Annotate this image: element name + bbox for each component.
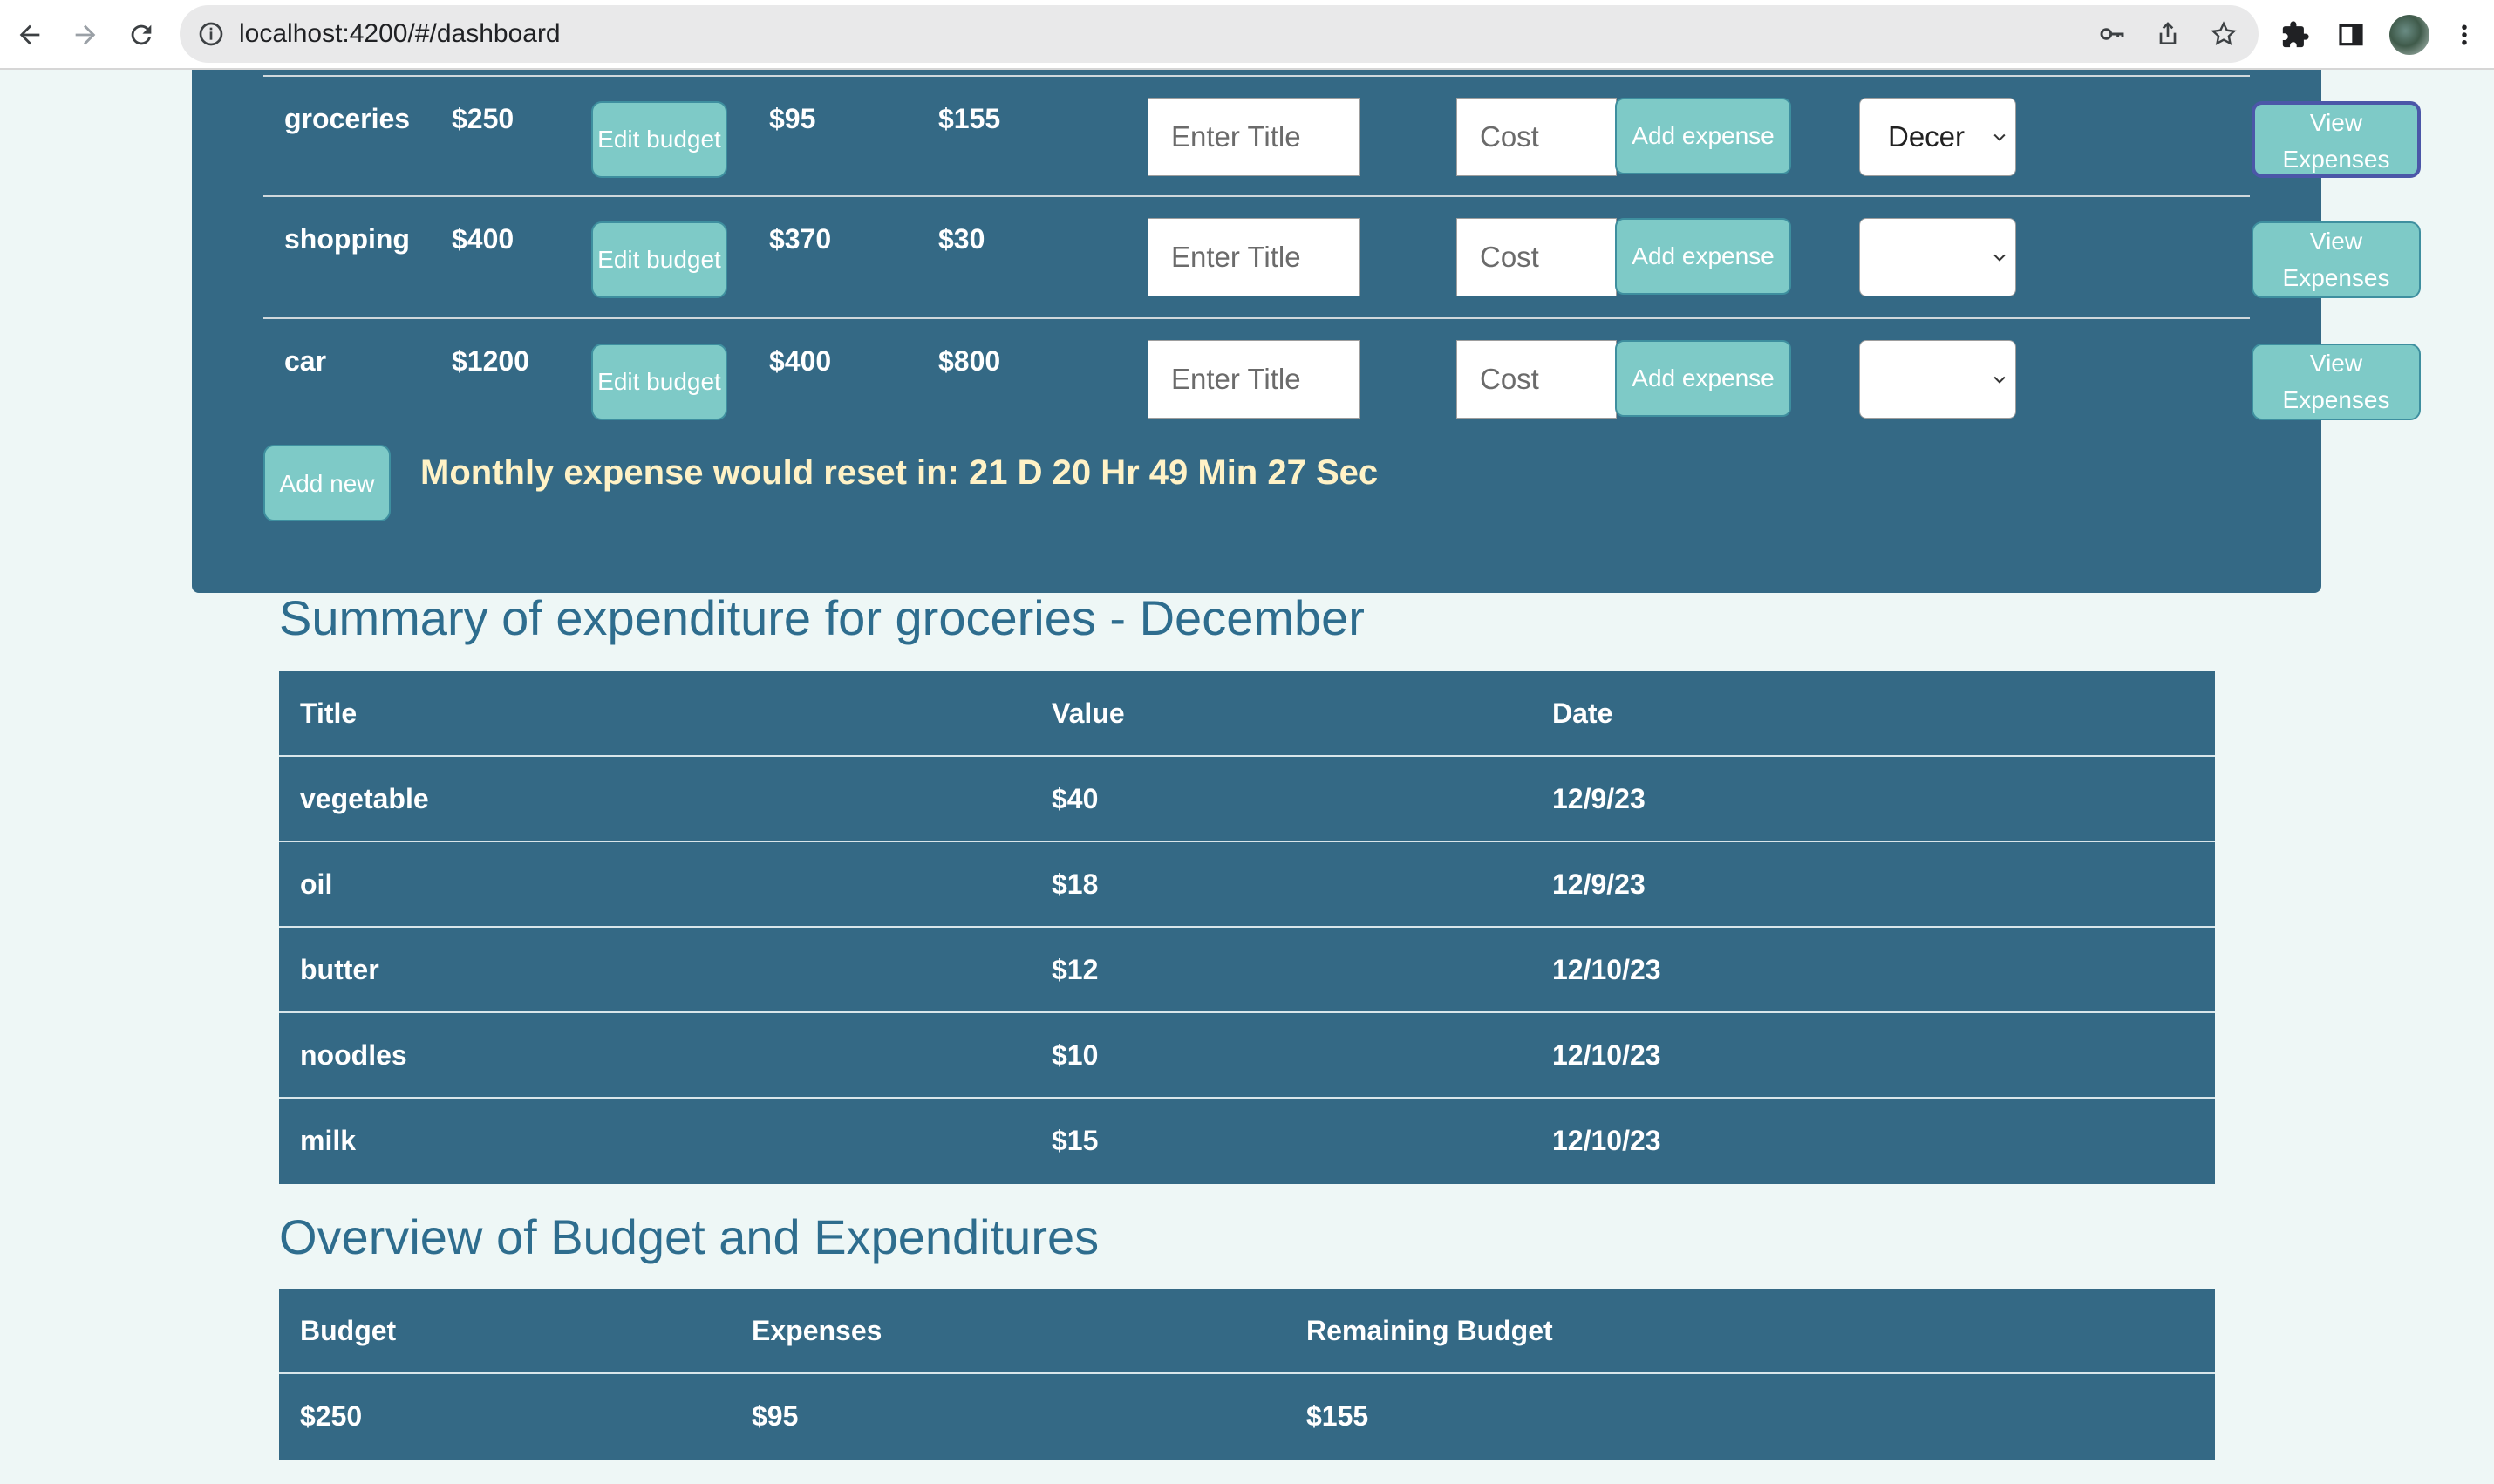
table-row: vegetable $40 12/9/23: [279, 757, 2215, 842]
budget-panel: groceries $250 Edit budget $95 $155 Ente…: [192, 70, 2421, 593]
category-name: groceries: [284, 103, 411, 134]
edit-budget-button[interactable]: Edit budget: [591, 101, 727, 178]
menu-dots-icon[interactable]: [2445, 16, 2484, 54]
expense-cost-input[interactable]: Cost: [1456, 218, 1617, 296]
chevron-down-icon: [1993, 133, 2006, 141]
expense-value-cell: $12: [1052, 954, 1099, 985]
browser-toolbar: localhost:4200/#/dashboard: [0, 0, 2494, 70]
expense-title-input[interactable]: Enter Title: [1148, 218, 1360, 296]
edit-budget-button[interactable]: Edit budget: [591, 221, 727, 298]
category-name: car: [284, 345, 327, 377]
edit-budget-button[interactable]: Edit budget: [591, 344, 727, 420]
column-header: Title: [300, 698, 358, 729]
table-row: $250 $95 $155: [279, 1374, 2215, 1460]
expense-value-cell: $18: [1052, 868, 1099, 900]
month-select[interactable]: [1859, 340, 2016, 419]
budget-row-car: car $1200 Edit budget $400 $800 Enter Ti…: [263, 319, 2421, 441]
expense-cost-input[interactable]: Cost: [1456, 98, 1617, 176]
remaining-amount: $30: [938, 223, 985, 255]
expense-date-cell: 12/10/23: [1552, 954, 1661, 985]
expense-date-cell: 12/9/23: [1552, 783, 1646, 814]
share-icon[interactable]: [2152, 18, 2184, 50]
table-row: noodles $10 12/10/23: [279, 1013, 2215, 1099]
url-text[interactable]: localhost:4200/#/dashboard: [239, 5, 561, 63]
back-arrow-icon[interactable]: [10, 16, 49, 54]
forward-arrow-icon[interactable]: [66, 16, 105, 54]
summary-title: Summary of expenditure for groceries - D…: [279, 590, 1365, 645]
budget-amount: $250: [452, 103, 514, 134]
table-row: milk $15 12/10/23: [279, 1099, 2215, 1184]
column-header: Budget: [300, 1315, 397, 1346]
budget-amount: $1200: [452, 345, 529, 377]
overview-expenses-cell: $95: [752, 1400, 799, 1432]
star-icon[interactable]: [2208, 18, 2239, 50]
column-header: Date: [1552, 698, 1613, 729]
expense-value-cell: $10: [1052, 1039, 1099, 1071]
column-header: Remaining Budget: [1306, 1315, 1553, 1346]
view-expenses-button[interactable]: View Expenses: [2252, 221, 2421, 298]
table-header-row: Title Value Date: [279, 671, 2215, 757]
add-expense-button[interactable]: Add expense: [1615, 218, 1791, 295]
column-header: Value: [1052, 698, 1125, 729]
expense-title-cell: milk: [300, 1125, 357, 1156]
summary-table: Title Value Date vegetable $40 12/9/23 o…: [279, 671, 2215, 1184]
remaining-amount: $155: [938, 103, 1001, 134]
expense-title-cell: noodles: [300, 1039, 407, 1071]
overview-table: Budget Expenses Remaining Budget $250 $9…: [279, 1289, 2215, 1460]
category-name: shopping: [284, 223, 410, 255]
column-header: Expenses: [752, 1315, 882, 1346]
expense-title-input[interactable]: Enter Title: [1148, 340, 1360, 419]
budget-row-groceries: groceries $250 Edit budget $95 $155 Ente…: [263, 75, 2421, 197]
expense-title-cell: vegetable: [300, 783, 429, 814]
add-expense-button[interactable]: Add expense: [1615, 98, 1791, 174]
add-expense-button[interactable]: Add expense: [1615, 340, 1791, 417]
overview-title: Overview of Budget and Expenditures: [279, 1209, 1100, 1264]
month-select[interactable]: [1859, 218, 2016, 296]
expense-date-cell: 12/10/23: [1552, 1125, 1661, 1156]
table-row: oil $18 12/9/23: [279, 842, 2215, 928]
profile-avatar[interactable]: [2389, 15, 2429, 55]
expense-title-cell: oil: [300, 868, 333, 900]
expense-cost-input[interactable]: Cost: [1456, 340, 1617, 419]
table-header-row: Budget Expenses Remaining Budget: [279, 1289, 2215, 1374]
reset-countdown: Monthly expense would reset in: 21 D 20 …: [420, 453, 1379, 492]
chevron-down-icon: [1993, 376, 2006, 384]
expense-title-cell: butter: [300, 954, 379, 985]
chevron-down-icon: [1993, 254, 2006, 262]
puzzle-icon[interactable]: [2276, 16, 2314, 54]
budget-row-shopping: shopping $400 Edit budget $370 $30 Enter…: [263, 197, 2421, 319]
overview-budget-cell: $250: [300, 1400, 363, 1432]
expense-date-cell: 12/9/23: [1552, 868, 1646, 900]
remaining-amount: $800: [938, 345, 1001, 377]
expense-value-cell: $15: [1052, 1125, 1099, 1156]
expense-date-cell: 12/10/23: [1552, 1039, 1661, 1071]
expense-title-input[interactable]: Enter Title: [1148, 98, 1360, 176]
view-expenses-button[interactable]: View Expenses: [2252, 101, 2421, 178]
view-expenses-button[interactable]: View Expenses: [2252, 344, 2421, 420]
month-select[interactable]: Decer: [1859, 98, 2016, 176]
expense-value-cell: $40: [1052, 783, 1099, 814]
side-panel-icon[interactable]: [2332, 16, 2370, 54]
overview-remaining-cell: $155: [1306, 1400, 1369, 1432]
key-icon[interactable]: [2096, 18, 2128, 50]
month-select-value: Decer: [1888, 120, 1966, 153]
expenses-amount: $400: [769, 345, 832, 377]
reload-icon[interactable]: [122, 16, 160, 54]
budget-amount: $400: [452, 223, 514, 255]
add-new-budget-button[interactable]: Add new: [263, 445, 391, 521]
expenses-amount: $95: [769, 103, 816, 134]
address-bar[interactable]: localhost:4200/#/dashboard: [180, 5, 2259, 63]
info-icon[interactable]: [197, 20, 225, 52]
expenses-amount: $370: [769, 223, 832, 255]
table-row: butter $12 12/10/23: [279, 928, 2215, 1013]
